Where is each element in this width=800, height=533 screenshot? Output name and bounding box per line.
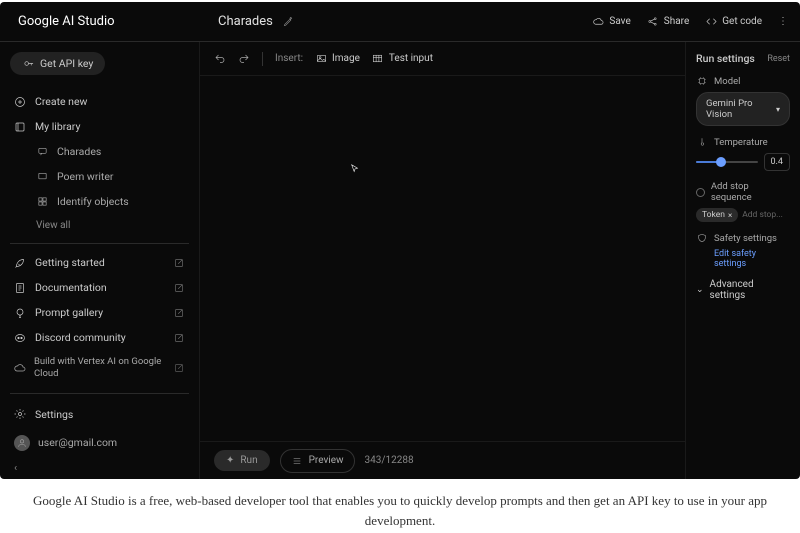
cloud-icon <box>14 362 26 374</box>
doc-icon <box>14 282 26 294</box>
code-icon <box>705 16 717 28</box>
sidebar-create-new[interactable]: Create new <box>10 89 189 114</box>
table-icon <box>372 53 384 65</box>
chevron-left-icon: ‹ <box>14 461 17 474</box>
undo-icon[interactable] <box>214 53 226 65</box>
app-window: Google AI Studio Charades Save Share <box>0 2 800 479</box>
rocket-icon <box>14 257 26 269</box>
sidebar-documentation[interactable]: Documentation <box>10 275 189 300</box>
external-link-icon <box>173 282 185 294</box>
plus-circle-icon <box>14 96 26 108</box>
key-icon <box>22 58 34 70</box>
more-button[interactable]: ⋮ <box>778 16 788 27</box>
external-link-icon <box>173 307 185 319</box>
sidebar-view-all[interactable]: View all <box>10 214 189 237</box>
edit-icon[interactable] <box>283 16 295 28</box>
stop-token-chip[interactable]: Token × <box>696 208 738 222</box>
insert-test-input[interactable]: Test input <box>372 53 433 65</box>
sidebar-settings[interactable]: Settings <box>10 400 189 429</box>
sidebar-user[interactable]: user@gmail.com <box>10 429 189 457</box>
redo-icon[interactable] <box>238 53 250 65</box>
share-button[interactable]: Share <box>647 16 689 28</box>
thermometer-icon <box>696 136 708 148</box>
bottom-toolbar: ✦ Run Preview 343/12288 <box>200 441 685 479</box>
library-icon <box>14 121 26 133</box>
external-link-icon <box>173 362 185 374</box>
cloud-save-icon <box>592 16 604 28</box>
sidebar-library-item-poem[interactable]: Poem writer <box>10 164 189 189</box>
avatar-icon <box>14 435 30 451</box>
chat-icon <box>36 146 48 158</box>
save-button[interactable]: Save <box>592 16 630 28</box>
temperature-slider[interactable] <box>696 161 758 163</box>
share-icon <box>647 16 659 28</box>
external-link-icon <box>173 257 185 269</box>
radio-unchecked-icon[interactable] <box>696 188 705 197</box>
close-icon[interactable]: × <box>728 211 732 220</box>
sidebar-collapse[interactable]: ‹ <box>10 457 189 479</box>
prompt-canvas[interactable] <box>200 76 685 441</box>
sidebar-build-vertex[interactable]: Build with Vertex AI on Google Cloud <box>10 350 189 387</box>
edit-safety-link[interactable]: Edit safety settings <box>696 249 790 269</box>
shield-icon <box>696 232 708 244</box>
sidebar-library-item-identify[interactable]: Identify objects <box>10 189 189 214</box>
editor-toolbar: Insert: Image Test input <box>200 42 685 76</box>
model-select[interactable]: Gemini Pro Vision ▾ <box>696 92 790 126</box>
reset-button[interactable]: Reset <box>767 54 790 64</box>
insert-label: Insert: <box>275 53 303 64</box>
chip-icon <box>696 75 708 87</box>
list-icon <box>291 455 303 467</box>
text-icon <box>36 171 48 183</box>
external-link-icon <box>173 332 185 344</box>
discord-icon <box>14 332 26 344</box>
center-panel: Insert: Image Test input <box>200 42 685 479</box>
sidebar-library-item-charades[interactable]: Charades <box>10 139 189 164</box>
more-vert-icon: ⋮ <box>778 16 788 27</box>
caption-text: Google AI Studio is a free, web-based de… <box>0 479 800 530</box>
sidebar-my-library[interactable]: My library <box>10 114 189 139</box>
sidebar-prompt-gallery[interactable]: Prompt gallery <box>10 300 189 325</box>
advanced-settings-toggle[interactable]: ⌄ Advanced settings <box>696 279 790 301</box>
cursor-icon <box>350 164 360 177</box>
sidebar-getting-started[interactable]: Getting started <box>10 250 189 275</box>
run-settings-panel: Run settings Reset Model Gemini Pro Visi… <box>685 42 800 479</box>
app-name-label: Google AI Studio <box>18 14 115 29</box>
get-code-button[interactable]: Get code <box>705 16 762 28</box>
slider-thumb[interactable] <box>716 157 726 167</box>
bulb-icon <box>14 307 26 319</box>
temperature-value[interactable]: 0.4 <box>764 153 791 171</box>
token-counter: 343/12288 <box>365 455 414 466</box>
app-logo: Google AI Studio <box>0 2 200 41</box>
grid-icon <box>36 196 48 208</box>
top-bar: Google AI Studio Charades Save Share <box>0 2 800 42</box>
sidebar: Get API key Create new My library Charad… <box>0 42 200 479</box>
chevron-down-icon: ▾ <box>776 105 780 114</box>
title-actions: Save Share Get code ⋮ <box>592 2 800 41</box>
chevron-down-icon: ⌄ <box>696 285 704 295</box>
image-icon <box>315 53 327 65</box>
prompt-title-area: Charades <box>200 2 592 41</box>
insert-image[interactable]: Image <box>315 53 360 65</box>
stop-placeholder: Add stop... <box>742 210 783 220</box>
prompt-title: Charades <box>218 14 273 29</box>
get-api-key-button[interactable]: Get API key <box>10 52 105 75</box>
run-settings-title: Run settings <box>696 52 755 65</box>
run-button[interactable]: ✦ Run <box>214 450 270 471</box>
stop-sequence-input[interactable]: Token × Add stop... <box>696 208 790 222</box>
preview-button[interactable]: Preview <box>280 449 355 473</box>
sidebar-discord[interactable]: Discord community <box>10 325 189 350</box>
sparkle-icon: ✦ <box>226 455 234 466</box>
gear-icon <box>14 408 26 420</box>
